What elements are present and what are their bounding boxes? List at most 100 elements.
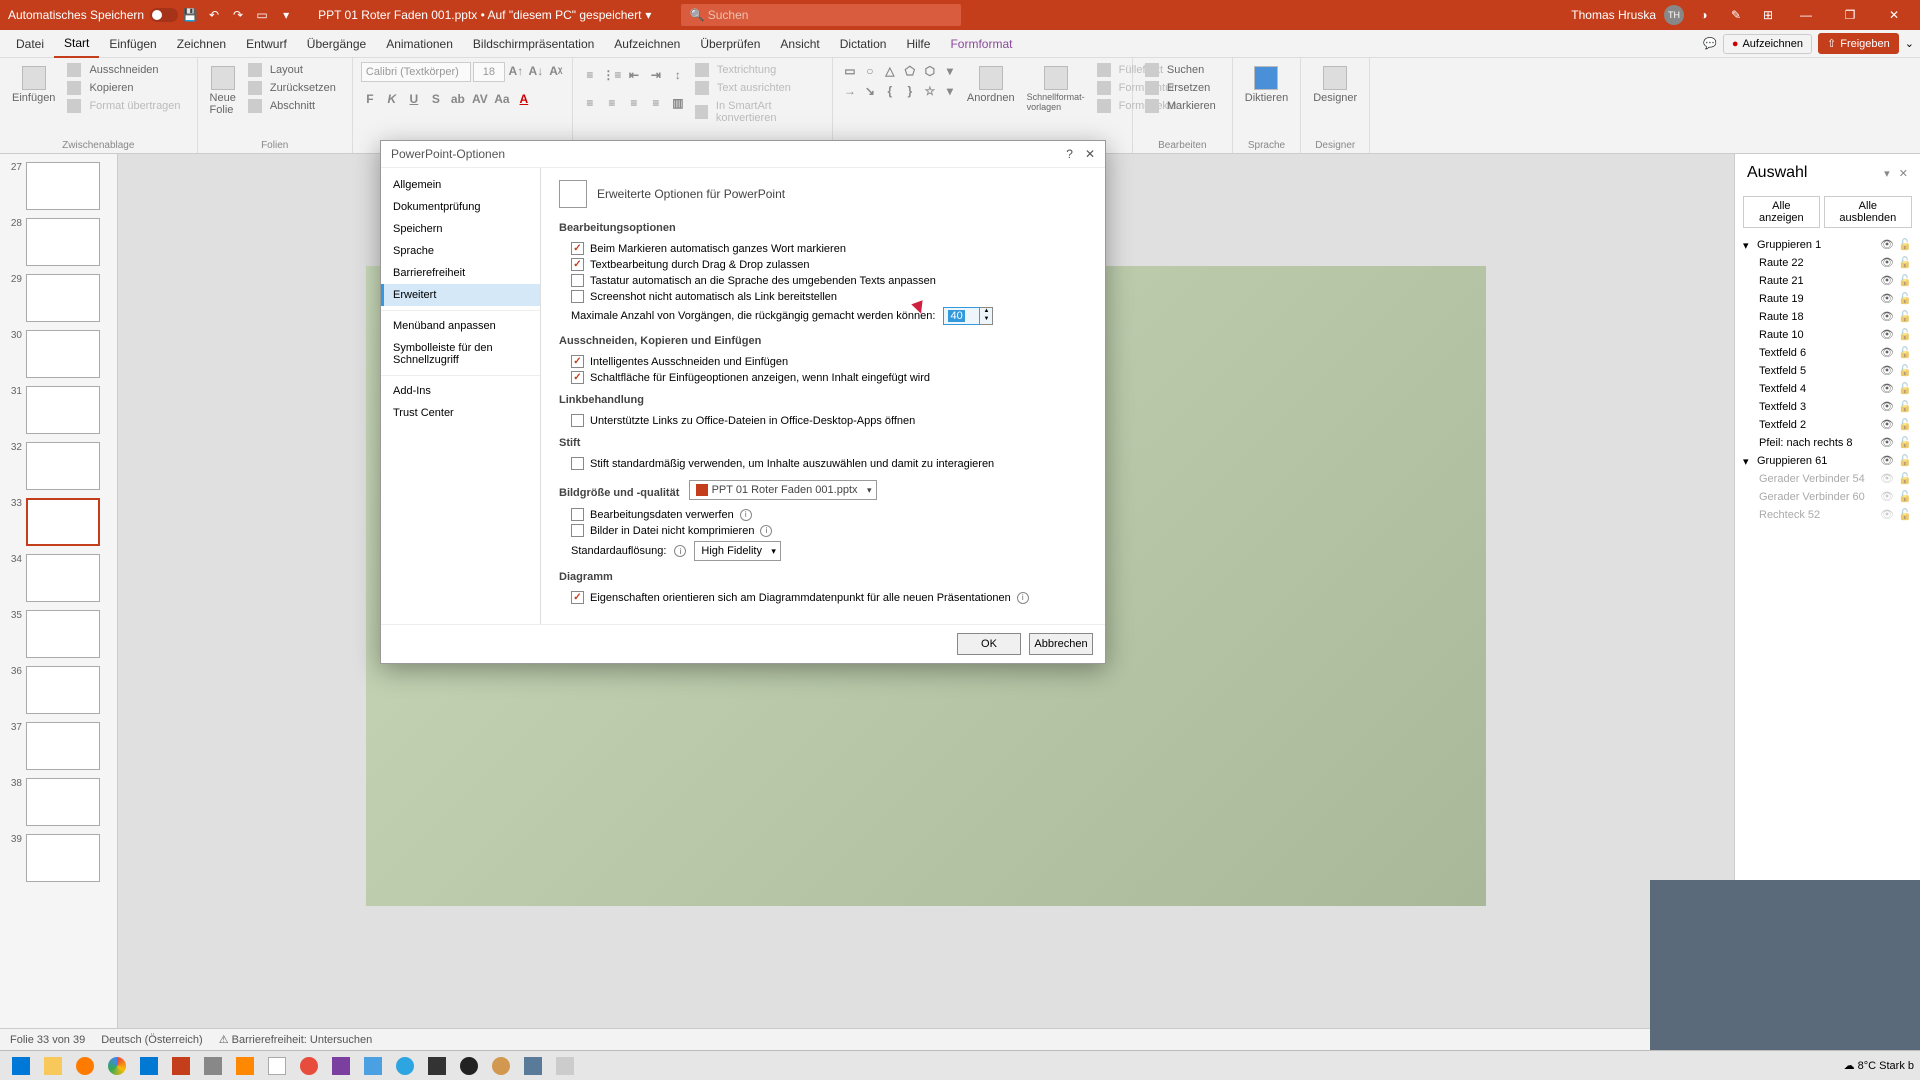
more-icon[interactable]: ▾ [276,5,296,25]
search-box[interactable]: 🔍 Suchen [681,4,961,26]
selection-item[interactable]: Raute 18👁🔓 [1735,308,1920,326]
category-speichern[interactable]: Speichern [381,218,540,240]
thumbnail-31[interactable]: 31 [0,382,117,438]
arrange-button[interactable]: Anordnen [963,62,1019,108]
align-right-icon[interactable]: ≡ [625,94,643,112]
selection-item[interactable]: Raute 22👁🔓 [1735,254,1920,272]
ribbon-collapse-icon[interactable]: ⌄ [1905,37,1914,50]
explorer-icon[interactable] [38,1053,68,1079]
columns-icon[interactable]: ▥ [669,94,687,112]
underline-icon[interactable]: U [405,90,423,108]
user-name[interactable]: Thomas Hruska [1571,8,1656,22]
tab-entwurf[interactable]: Entwurf [236,31,297,57]
telegram-icon[interactable] [390,1053,420,1079]
selection-item[interactable]: Textfeld 5👁🔓 [1735,362,1920,380]
undo-count-input[interactable]: 40 ▲▼ [943,307,993,325]
cancel-button[interactable]: Abbrechen [1029,633,1093,655]
clear-fmt-icon[interactable]: Aᵡ [547,62,565,80]
language-status[interactable]: Deutsch (Österreich) [101,1034,202,1046]
font-size-input[interactable] [473,62,505,82]
hide-all-button[interactable]: Alle ausblenden [1824,196,1912,228]
thumbnail-35[interactable]: 35 [0,606,117,662]
ok-button[interactable]: OK [957,633,1021,655]
selection-item[interactable]: Textfeld 4👁🔓 [1735,380,1920,398]
tab-datei[interactable]: Datei [6,31,54,57]
indent-dec-icon[interactable]: ⇤ [625,66,643,84]
tab-dictation[interactable]: Dictation [830,31,897,57]
thumbnail-34[interactable]: 34 [0,550,117,606]
comments-icon[interactable]: 💬 [1703,37,1717,50]
case-icon[interactable]: Aa [493,90,511,108]
firefox-icon[interactable] [70,1053,100,1079]
selection-item[interactable]: Gerader Verbinder 54👁🔓 [1735,470,1920,488]
checkbox-paste-options[interactable] [571,371,584,384]
cut-button[interactable]: Ausschneiden [63,62,188,78]
copy-button[interactable]: Kopieren [63,80,188,96]
tab-formformat[interactable]: Formformat [940,31,1022,57]
selection-item[interactable]: ▾Gruppieren 61👁🔓 [1735,452,1920,470]
tab-ueberpruefen[interactable]: Überprüfen [690,31,770,57]
resolution-combo[interactable]: High Fidelity [694,541,781,561]
thumbnail-29[interactable]: 29 [0,270,117,326]
checkbox-no-compress[interactable] [571,524,584,537]
image-scope-combo[interactable]: PPT 01 Roter Faden 001.pptx [689,480,877,500]
show-all-button[interactable]: Alle anzeigen [1743,196,1820,228]
app-icon[interactable] [550,1053,580,1079]
vlc-icon[interactable] [230,1053,260,1079]
layout-button[interactable]: Layout [244,62,344,78]
tray3-icon[interactable]: ⊞ [1758,5,1778,25]
category-dokumentprüfung[interactable]: Dokumentprüfung [381,196,540,218]
thumbnail-36[interactable]: 36 [0,662,117,718]
thumbnail-30[interactable]: 30 [0,326,117,382]
strike-icon[interactable]: S [427,90,445,108]
undo-icon[interactable]: ↶ [204,5,224,25]
info-icon[interactable]: i [674,545,686,557]
tab-animationen[interactable]: Animationen [376,31,463,57]
selection-pane-chevron-icon[interactable]: ▾ ✕ [1884,167,1908,180]
autosave-toggle[interactable] [150,8,178,22]
dictate-button[interactable]: Diktieren [1241,62,1292,108]
tab-zeichnen[interactable]: Zeichnen [167,31,236,57]
tray2-icon[interactable]: ✎ [1726,5,1746,25]
tab-uebergaenge[interactable]: Übergänge [297,31,376,57]
checkbox-autoselect-word[interactable] [571,242,584,255]
selection-item[interactable]: Raute 10👁🔓 [1735,326,1920,344]
thumbnail-37[interactable]: 37 [0,718,117,774]
selection-item[interactable]: Raute 21👁🔓 [1735,272,1920,290]
align-left-icon[interactable]: ≡ [581,94,599,112]
checkbox-pen-default[interactable] [571,457,584,470]
checkbox-smart-cut[interactable] [571,355,584,368]
text-align-button[interactable]: Text ausrichten [691,80,824,96]
slide-counter[interactable]: Folie 33 von 39 [10,1034,85,1046]
maximize-button[interactable]: ❐ [1832,1,1868,29]
redo-icon[interactable]: ↷ [228,5,248,25]
thumbnail-27[interactable]: 27 [0,158,117,214]
dialog-close-icon[interactable]: ✕ [1085,147,1095,161]
thumbnail-32[interactable]: 32 [0,438,117,494]
shadow-icon[interactable]: ab [449,90,467,108]
app-icon[interactable] [262,1053,292,1079]
thumbnail-39[interactable]: 39 [0,830,117,886]
category-add-ins[interactable]: Add-Ins [381,380,540,402]
dialog-help-icon[interactable]: ? [1066,147,1073,161]
smartart-button[interactable]: In SmartArt konvertieren [691,98,824,126]
shrink-font-icon[interactable]: A↓ [527,62,545,80]
category-sprache[interactable]: Sprache [381,240,540,262]
user-avatar[interactable]: TH [1664,5,1684,25]
minimize-button[interactable]: — [1788,1,1824,29]
selection-item[interactable]: Textfeld 3👁🔓 [1735,398,1920,416]
selection-item[interactable]: Textfeld 6👁🔓 [1735,344,1920,362]
thumbnail-38[interactable]: 38 [0,774,117,830]
a11y-status[interactable]: ⚠ Barrierefreiheit: Untersuchen [219,1033,373,1046]
section-button[interactable]: Abschnitt [244,98,344,114]
selection-item[interactable]: Pfeil: nach rechts 8👁🔓 [1735,434,1920,452]
weather-widget[interactable]: ☁ 8°C Stark b [1844,1059,1914,1072]
checkbox-office-links[interactable] [571,414,584,427]
app-icon[interactable] [486,1053,516,1079]
tab-start[interactable]: Start [54,30,99,58]
onenote-icon[interactable] [326,1053,356,1079]
tab-einfuegen[interactable]: Einfügen [99,31,166,57]
obs-icon[interactable] [454,1053,484,1079]
thumbnail-33[interactable]: 33 [0,494,117,550]
grow-font-icon[interactable]: A↑ [507,62,525,80]
